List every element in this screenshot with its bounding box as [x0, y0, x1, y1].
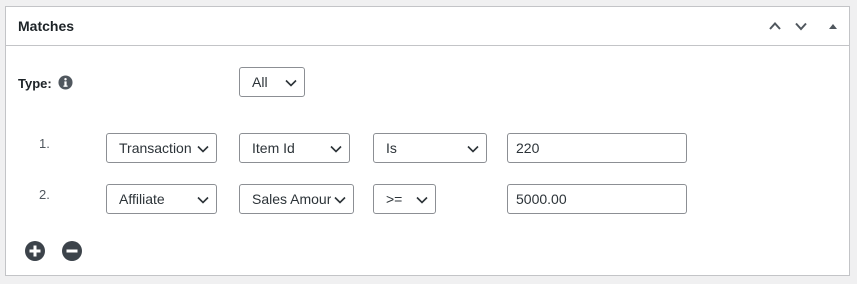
rule-operator-select[interactable]: Is — [373, 133, 487, 163]
chevron-down-icon — [466, 142, 480, 156]
chevron-down-icon — [415, 193, 429, 207]
chevron-up-icon — [769, 22, 781, 30]
rule-number: 1. — [39, 136, 50, 151]
rule-number: 2. — [39, 187, 50, 202]
toggle-panel-button[interactable] — [823, 16, 843, 36]
move-up-button[interactable] — [765, 16, 785, 36]
rule-field-value: Sales Amour — [252, 191, 331, 207]
rule-group-select[interactable]: Transaction — [106, 133, 217, 163]
matches-panel: Matches Type: All 1. Transaction Item Id… — [5, 6, 850, 276]
panel-header: Matches — [6, 7, 849, 46]
panel-title: Matches — [18, 18, 75, 34]
type-select[interactable]: All — [239, 67, 305, 97]
rule-value-input[interactable]: 220 — [507, 133, 687, 163]
rule-group-select[interactable]: Affiliate — [106, 184, 217, 214]
chevron-down-icon — [196, 142, 210, 156]
move-down-button[interactable] — [791, 16, 811, 36]
add-rule-button[interactable] — [25, 241, 45, 261]
rule-value-input[interactable]: 5000.00 — [507, 184, 687, 214]
triangle-up-icon — [829, 24, 837, 29]
chevron-down-icon — [284, 76, 298, 90]
rule-operator-select[interactable]: >= — [373, 184, 436, 214]
type-label: Type: — [18, 76, 52, 91]
rule-field-select[interactable]: Sales Amour — [239, 184, 354, 214]
minus-circle-icon — [62, 241, 82, 261]
info-icon — [58, 75, 73, 90]
remove-rule-button[interactable] — [62, 241, 82, 261]
chevron-down-icon — [795, 22, 807, 31]
rule-field-select[interactable]: Item Id — [239, 133, 350, 163]
chevron-down-icon — [196, 193, 210, 207]
chevron-down-icon — [329, 142, 343, 156]
chevron-down-icon — [333, 193, 347, 207]
plus-circle-icon — [25, 241, 45, 261]
